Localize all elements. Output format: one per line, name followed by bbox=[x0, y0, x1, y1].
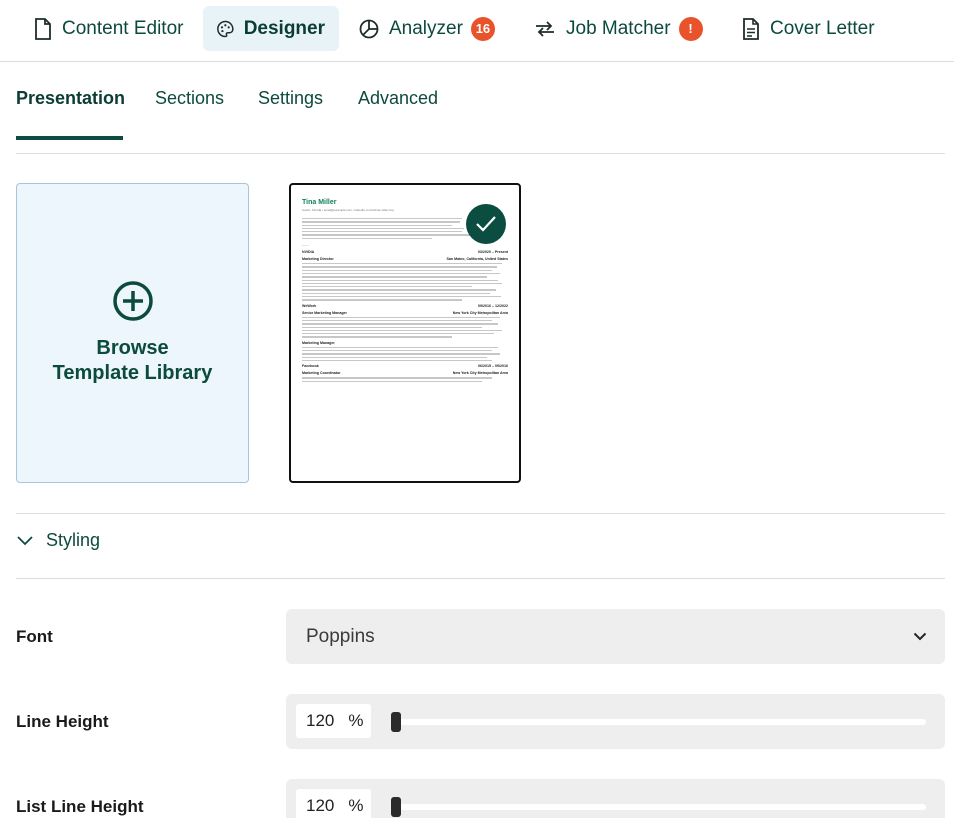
document-lines-icon bbox=[743, 17, 759, 40]
nav-label: Content Editor bbox=[62, 17, 184, 39]
nav-cover-letter[interactable]: Cover Letter bbox=[728, 6, 889, 51]
pie-chart-icon bbox=[359, 19, 379, 38]
list-line-height-slider-thumb[interactable] bbox=[391, 797, 401, 817]
resume-section-heading: —— bbox=[302, 243, 309, 248]
line-height-input[interactable]: 120 % bbox=[296, 704, 371, 738]
resume-company: WeWork bbox=[302, 303, 317, 308]
tab-sections[interactable]: Sections bbox=[155, 88, 224, 109]
resume-job-title: Marketing Coordinator bbox=[302, 371, 341, 376]
resume-location: San Mateo, California, United States bbox=[446, 257, 508, 262]
nav-analyzer[interactable]: Analyzer 16 bbox=[345, 6, 509, 51]
percent-unit: % bbox=[348, 796, 364, 815]
section-divider bbox=[16, 578, 945, 579]
tab-presentation[interactable]: Presentation bbox=[16, 88, 125, 109]
font-select[interactable]: Poppins bbox=[286, 609, 945, 664]
nav-designer[interactable]: Designer bbox=[203, 6, 339, 51]
list-line-height-input[interactable]: 120 % bbox=[296, 789, 371, 818]
chevron-down-icon bbox=[913, 632, 927, 641]
list-line-height-control: 120 % bbox=[286, 779, 945, 818]
palette-icon bbox=[217, 20, 234, 37]
plus-circle-icon bbox=[112, 281, 153, 321]
nav-label: Designer bbox=[243, 17, 325, 39]
resume-job-title: Marketing Manager bbox=[302, 340, 335, 345]
resume-dates: 03/2020 – Present bbox=[477, 250, 508, 255]
chevron-down-icon bbox=[17, 535, 33, 545]
notification-badge: 16 bbox=[470, 16, 495, 41]
alert-badge: ! bbox=[678, 16, 703, 41]
resume-location: New York City Metropolitan Area bbox=[452, 371, 508, 376]
line-height-value: 120 bbox=[306, 711, 335, 730]
arrows-swap-icon bbox=[536, 20, 554, 37]
resume-dates: 09/2016 – 12/2022 bbox=[478, 303, 508, 308]
nav-label: Analyzer bbox=[389, 17, 463, 39]
styling-section-toggle[interactable]: Styling bbox=[16, 530, 100, 551]
resume-company: NVIDIA bbox=[302, 250, 315, 255]
line-height-slider-thumb[interactable] bbox=[391, 712, 401, 732]
browse-label-line1: Browse bbox=[96, 337, 169, 359]
resume-dates: 06/2015 – 09/2016 bbox=[478, 364, 508, 369]
checkmark-icon bbox=[476, 216, 496, 232]
nav-job-matcher[interactable]: Job Matcher ! bbox=[520, 6, 717, 51]
line-height-slider-track[interactable] bbox=[396, 719, 926, 725]
resume-job-title: Senior Marketing Manager bbox=[302, 310, 347, 315]
top-navigation: Content Editor Designer Analyzer 16 Job … bbox=[0, 0, 954, 62]
list-line-height-label: List Line Height bbox=[16, 797, 144, 816]
list-line-height-slider-track[interactable] bbox=[396, 804, 926, 810]
tab-advanced[interactable]: Advanced bbox=[358, 88, 438, 109]
active-tab-indicator bbox=[16, 136, 123, 140]
browse-template-library-button[interactable]: Browse Template Library bbox=[16, 183, 249, 483]
nav-content-editor[interactable]: Content Editor bbox=[20, 6, 197, 51]
resume-location: New York City Metropolitan Area bbox=[452, 310, 508, 315]
list-line-height-value: 120 bbox=[306, 796, 335, 815]
percent-unit: % bbox=[348, 711, 364, 730]
nav-label: Cover Letter bbox=[770, 17, 875, 39]
line-height-label: Line Height bbox=[16, 712, 109, 731]
section-divider bbox=[16, 513, 945, 514]
styling-label: Styling bbox=[46, 530, 101, 550]
resume-job-title: Marketing Director bbox=[302, 257, 334, 262]
nav-label: Job Matcher bbox=[566, 17, 671, 39]
selected-template-card[interactable]: Tina Miller Austin, Florida • email@exam… bbox=[289, 183, 521, 483]
resume-company: Facebook bbox=[302, 364, 319, 369]
selected-check-badge bbox=[466, 204, 506, 244]
tab-settings[interactable]: Settings bbox=[258, 88, 323, 109]
document-icon bbox=[35, 17, 51, 40]
line-height-control: 120 % bbox=[286, 694, 945, 749]
browse-label-line2: Template Library bbox=[52, 362, 213, 384]
designer-tabs: Presentation Sections Settings Advanced bbox=[16, 78, 945, 154]
font-label: Font bbox=[16, 627, 53, 646]
font-select-value: Poppins bbox=[306, 625, 375, 647]
